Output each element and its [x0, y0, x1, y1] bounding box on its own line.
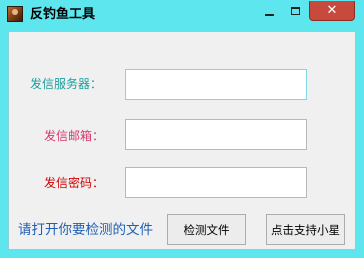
support-button[interactable]: 点击支持小星 [266, 214, 345, 245]
open-file-hint: 请打开你要检测的文件 [18, 222, 153, 238]
maximize-icon [290, 7, 300, 15]
title-bar[interactable]: 反钓鱼工具 ✕ [0, 0, 364, 30]
window-title: 反钓鱼工具 [30, 7, 96, 22]
close-icon: ✕ [326, 3, 338, 18]
close-button[interactable]: ✕ [309, 1, 355, 21]
app-icon[interactable] [7, 6, 23, 22]
minimize-icon [264, 14, 274, 16]
server-label: 发信服务器： [30, 77, 103, 91]
main-window: 反钓鱼工具 ✕ 发信服务器： 发信邮箱： 发信密码： 请打开你要检测的文件 检测… [0, 0, 364, 258]
email-input[interactable] [125, 119, 307, 150]
check-file-button[interactable]: 检测文件 [167, 214, 246, 245]
maximize-button[interactable] [282, 1, 308, 21]
client-area: 发信服务器： 发信邮箱： 发信密码： 请打开你要检测的文件 检测文件 点击支持小… [8, 31, 356, 250]
password-label: 发信密码： [44, 176, 105, 190]
server-input[interactable] [125, 69, 307, 100]
minimize-button[interactable] [256, 1, 282, 21]
password-input[interactable] [125, 167, 307, 198]
email-label: 发信邮箱： [44, 129, 105, 143]
